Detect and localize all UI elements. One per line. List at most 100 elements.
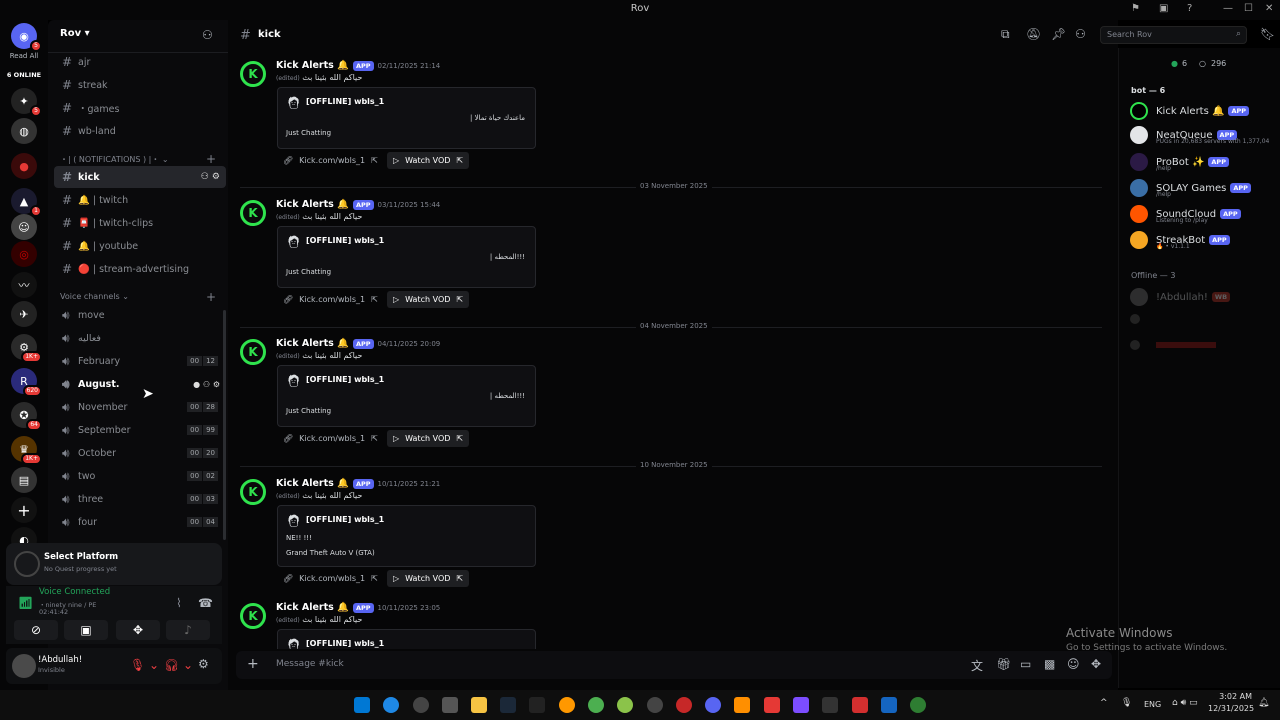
member-avatar-offline[interactable] xyxy=(1130,340,1140,350)
member-avatar-offline[interactable] xyxy=(1130,314,1140,324)
server-icon[interactable]: ♛ 1K+ xyxy=(11,436,42,465)
add-attachment-icon[interactable]: + xyxy=(247,656,259,672)
disconnect-icon[interactable]: ☎ xyxy=(198,596,213,610)
embed-title[interactable]: [OFFLINE] wbls_1 xyxy=(306,97,384,106)
kick-avatar[interactable]: K xyxy=(240,61,266,87)
inbox-icon[interactable]: 🔖︎ xyxy=(1260,27,1275,41)
add-channel-icon[interactable]: + xyxy=(206,290,216,304)
chrome-icon[interactable] xyxy=(588,697,604,713)
steam-icon[interactable] xyxy=(500,697,516,713)
server-icon[interactable]: ◍ xyxy=(11,118,37,144)
voice-channel[interactable]: 🔊︎ three 00 03 xyxy=(54,488,226,510)
server-icon[interactable]: 〰 xyxy=(11,272,37,298)
watch-vod-button[interactable]: ▷ Watch VOD ⇱ xyxy=(387,430,470,447)
server-icon[interactable]: R 620 xyxy=(11,368,42,397)
clock-time[interactable]: 3:02 AM xyxy=(1219,692,1252,701)
settings-icon[interactable]: ⚇ ⚙ xyxy=(201,172,220,182)
network-icon[interactable]: ⌂ 🔊︎ ▭ xyxy=(1172,698,1198,708)
xbox-icon[interactable] xyxy=(910,697,926,713)
store-icon[interactable] xyxy=(442,697,458,713)
channel-actions-icon[interactable]: ● ⚇ ⚙ xyxy=(193,380,220,389)
message-author[interactable]: Kick Alerts 🔔 xyxy=(276,338,349,349)
kick-avatar[interactable]: K xyxy=(240,479,266,505)
member-item[interactable]: NeatQueue APP PUGs in 20,683 servers with … xyxy=(1130,124,1275,146)
embed-title[interactable]: [OFFLINE] wbls_1 xyxy=(306,515,384,524)
server-icon[interactable]: ☺ xyxy=(11,214,37,240)
kick-link-button[interactable]: 🔗︎ Kick.com/wbls_1 ⇱ xyxy=(277,430,384,447)
category-notifications[interactable]: ・| ( NOTIFICATIONS ) |・ ⌄ xyxy=(60,154,169,165)
app-icon[interactable] xyxy=(413,697,429,713)
invite-icon[interactable]: ⚇ xyxy=(202,28,213,42)
member-item-offline[interactable]: !Abdullah! WB xyxy=(1130,286,1275,308)
avatar[interactable] xyxy=(12,654,36,678)
kick-link-button[interactable]: 🔗︎ Kick.com/wbls_1 ⇱ xyxy=(277,570,384,587)
voice-channel[interactable]: 🔊︎ فعاليه xyxy=(54,327,226,349)
channel-item[interactable]: # 🔔 | twitch xyxy=(54,189,226,211)
channel-item[interactable]: # 📮 | twitch-clips xyxy=(54,212,226,234)
camera-button[interactable]: ⊘ xyxy=(14,620,58,640)
close-icon[interactable]: ✕ xyxy=(1265,3,1273,14)
member-item[interactable]: StreakBot APP 🔥 • v1.1.1 xyxy=(1130,229,1275,251)
member-item[interactable]: SoundCloud APP Listening to /play xyxy=(1130,203,1275,225)
members-icon[interactable]: ⚇ xyxy=(1075,27,1086,41)
pin-icon[interactable]: 📌︎ xyxy=(1051,27,1066,41)
sticker-icon[interactable]: ▩ xyxy=(1044,657,1055,671)
kick-avatar[interactable]: K xyxy=(240,200,266,226)
channel-item[interactable]: # streak xyxy=(54,74,226,96)
kick-link-button[interactable]: 🔗︎ Kick.com/wbls_1 ⇱ xyxy=(277,152,384,169)
server-icon[interactable]: ✈ xyxy=(11,301,37,327)
embed-title[interactable]: [OFFLINE] wbls_1 xyxy=(306,375,384,384)
voice-channel[interactable]: 🔊︎ two 00 02 xyxy=(54,465,226,487)
apps-icon[interactable]: ✥ xyxy=(1091,657,1101,671)
app-icon[interactable] xyxy=(822,697,838,713)
voice-channel[interactable]: 🔊︎ October 00 20 xyxy=(54,442,226,464)
app-icon[interactable] xyxy=(852,697,868,713)
minimize-icon[interactable]: — xyxy=(1223,3,1233,14)
channel-item[interactable]: # ・games xyxy=(54,97,226,119)
search-input[interactable]: Search Rov ⌕ xyxy=(1100,26,1247,44)
embed-title[interactable]: [OFFLINE] wbls_1 xyxy=(306,236,384,245)
explorer-icon[interactable] xyxy=(471,697,487,713)
server-icon[interactable]: ✪ 64 xyxy=(11,402,42,431)
voice-status[interactable]: Voice Connected xyxy=(39,587,110,597)
read-all-button[interactable]: Read All xyxy=(2,52,46,60)
watch-vod-button[interactable]: ▷ Watch VOD ⇱ xyxy=(387,291,470,308)
gift-icon[interactable]: 🎁︎ xyxy=(996,657,1011,671)
server-icon[interactable]: ▤ xyxy=(11,467,37,493)
voice-channel[interactable]: 🔊︎ move xyxy=(54,304,226,326)
app-icon[interactable] xyxy=(647,697,663,713)
voice-channel[interactable]: 🔊︎ February 00 12 xyxy=(54,350,226,372)
message-author[interactable]: Kick Alerts 🔔 xyxy=(276,602,349,613)
add-channel-icon[interactable]: + xyxy=(206,152,216,166)
clock-date[interactable]: 12/31/2025 xyxy=(1208,704,1254,713)
app-icon[interactable] xyxy=(881,697,897,713)
app-icon[interactable] xyxy=(559,697,575,713)
chrome-icon[interactable] xyxy=(617,697,633,713)
gif-icon[interactable]: ▭ xyxy=(1020,657,1031,671)
member-item[interactable]: Kick Alerts 🔔 APP xyxy=(1130,100,1275,122)
member-name-offline[interactable] xyxy=(1156,342,1216,348)
message-author[interactable]: Kick Alerts 🔔 xyxy=(276,199,349,210)
help-icon[interactable]: ? xyxy=(1187,3,1192,14)
watch-vod-button[interactable]: ▷ Watch VOD ⇱ xyxy=(387,152,470,169)
embed-title[interactable]: [OFFLINE] wbls_1 xyxy=(306,639,384,648)
deafen-icon[interactable]: 🎧︎ ⌄ xyxy=(164,658,193,672)
start-icon[interactable] xyxy=(354,697,370,713)
member-item[interactable]: ProBot ✨ APP/help xyxy=(1130,151,1275,173)
channel-item[interactable]: # ajr xyxy=(54,51,226,73)
channel-item[interactable]: # wb-land xyxy=(54,120,226,142)
noise-icon[interactable]: ⌇ xyxy=(176,596,182,610)
server-icon[interactable]: ▲ 1 xyxy=(11,188,42,217)
mute-icon[interactable]: 🔕︎ xyxy=(1026,27,1041,41)
screenshare-button[interactable]: ▣ xyxy=(64,620,108,640)
emoji-icon[interactable]: ☺ xyxy=(1067,657,1080,671)
voice-channel[interactable]: 🔊︎ November 00 28 xyxy=(54,396,226,418)
message-composer[interactable]: + Message #kick 文 🎁︎ ▭ ▩ ☺ ✥ xyxy=(236,651,1112,679)
app-icon[interactable] xyxy=(734,697,750,713)
signal-icon[interactable]: 📶︎ xyxy=(18,596,33,610)
maximize-icon[interactable]: ☐ xyxy=(1244,3,1253,14)
server-icon[interactable]: ● xyxy=(11,153,37,179)
user-name[interactable]: !Abdullah! xyxy=(38,655,82,665)
add-server-icon[interactable]: + xyxy=(11,497,37,523)
server-icon[interactable]: ✦ 5 xyxy=(11,88,42,117)
